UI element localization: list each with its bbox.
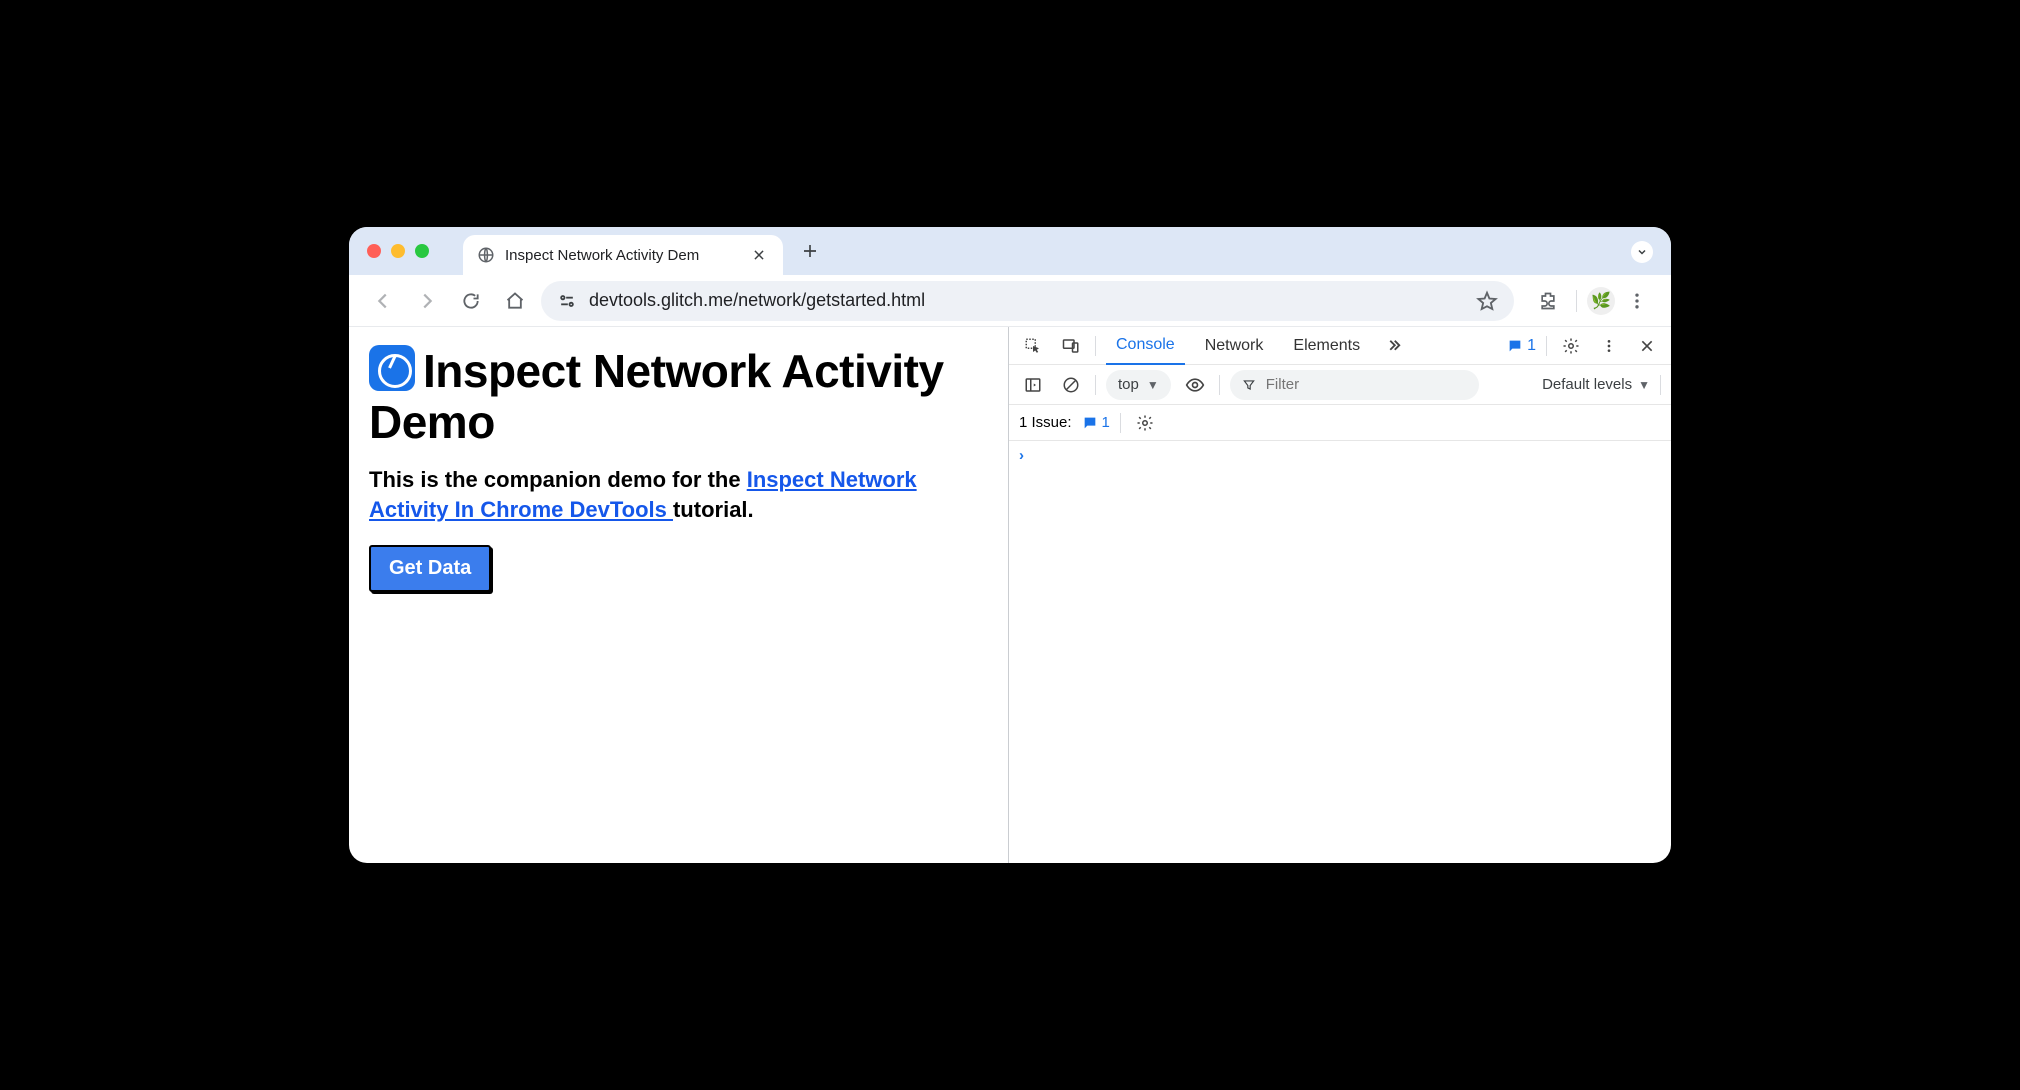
console-settings-icon[interactable] [1131,409,1159,437]
profile-avatar[interactable]: 🌿 [1587,287,1615,315]
address-bar[interactable]: devtools.glitch.me/network/getstarted.ht… [541,281,1514,321]
filter-input[interactable] [1230,370,1479,400]
filter-field[interactable] [1264,375,1467,394]
page-heading: Inspect Network Activity Demo [369,345,988,447]
context-label: top [1118,376,1139,393]
close-tab-button[interactable] [749,245,769,265]
extensions-button[interactable] [1530,283,1566,319]
site-info-icon[interactable] [557,291,577,311]
new-tab-button[interactable] [793,234,827,268]
clear-console-icon[interactable] [1057,371,1085,399]
desc-suffix: tutorial. [673,497,754,522]
page-description: This is the companion demo for the Inspe… [369,465,988,524]
issue-count: 1 [1102,414,1110,431]
tab-strip: Inspect Network Activity Dem [349,227,1671,275]
devtools-panel: Console Network Elements 1 [1009,327,1671,863]
separator [1546,336,1547,356]
toggle-sidebar-icon[interactable] [1019,371,1047,399]
live-expression-icon[interactable] [1181,371,1209,399]
devtools-toolbar: Console Network Elements 1 [1009,327,1671,365]
browser-menu-button[interactable] [1619,283,1655,319]
devtools-logo-icon [369,345,415,391]
forward-button[interactable] [409,283,445,319]
url-text: devtools.glitch.me/network/getstarted.ht… [589,290,1464,311]
inspect-element-icon[interactable] [1019,332,1047,360]
issue-label: 1 Issue: [1019,414,1072,431]
issues-bar: 1 Issue: 1 [1009,405,1671,441]
context-selector[interactable]: top ▼ [1106,370,1171,400]
chevron-down-icon: ▼ [1638,378,1650,392]
reload-button[interactable] [453,283,489,319]
separator [1219,375,1220,395]
device-toolbar-icon[interactable] [1057,332,1085,360]
close-window-button[interactable] [367,244,381,258]
back-button[interactable] [365,283,401,319]
console-prompt-icon: › [1019,447,1024,464]
settings-icon[interactable] [1557,332,1585,360]
zoom-window-button[interactable] [415,244,429,258]
home-button[interactable] [497,283,533,319]
filter-icon [1242,378,1256,392]
desc-prefix: This is the companion demo for the [369,467,747,492]
separator [1660,375,1661,395]
tab-console[interactable]: Console [1106,327,1185,365]
tab-elements[interactable]: Elements [1283,327,1370,365]
get-data-button[interactable]: Get Data [369,545,491,592]
page-viewport: Inspect Network Activity Demo This is th… [349,327,1009,863]
minimize-window-button[interactable] [391,244,405,258]
devtools-menu-icon[interactable] [1595,332,1623,360]
log-levels-selector[interactable]: Default levels ▼ [1542,376,1650,393]
content-split: Inspect Network Activity Demo This is th… [349,327,1671,863]
bookmark-icon[interactable] [1476,290,1498,312]
separator [1120,413,1121,433]
separator [1576,290,1577,312]
chevron-down-icon: ▼ [1147,378,1159,392]
globe-icon [477,246,495,264]
tab-title: Inspect Network Activity Dem [505,247,739,264]
console-output[interactable]: › [1009,441,1671,863]
issues-count: 1 [1527,337,1536,355]
window-controls [367,227,463,275]
browser-toolbar: devtools.glitch.me/network/getstarted.ht… [349,275,1671,327]
separator [1095,336,1096,356]
tab-network[interactable]: Network [1195,327,1274,365]
heading-text: Inspect Network Activity Demo [369,345,944,448]
browser-tab[interactable]: Inspect Network Activity Dem [463,235,783,275]
browser-window: Inspect Network Activity Dem [349,227,1671,863]
console-toolbar: top ▼ Default levels ▼ [1009,365,1671,405]
more-tabs-button[interactable] [1380,332,1408,360]
issues-badge[interactable]: 1 [1507,337,1536,355]
issue-chip[interactable]: 1 [1082,414,1110,431]
levels-label: Default levels [1542,376,1632,393]
separator [1095,375,1096,395]
close-devtools-icon[interactable] [1633,332,1661,360]
toolbar-right: 🌿 [1522,283,1655,319]
tab-list-button[interactable] [1631,241,1653,263]
